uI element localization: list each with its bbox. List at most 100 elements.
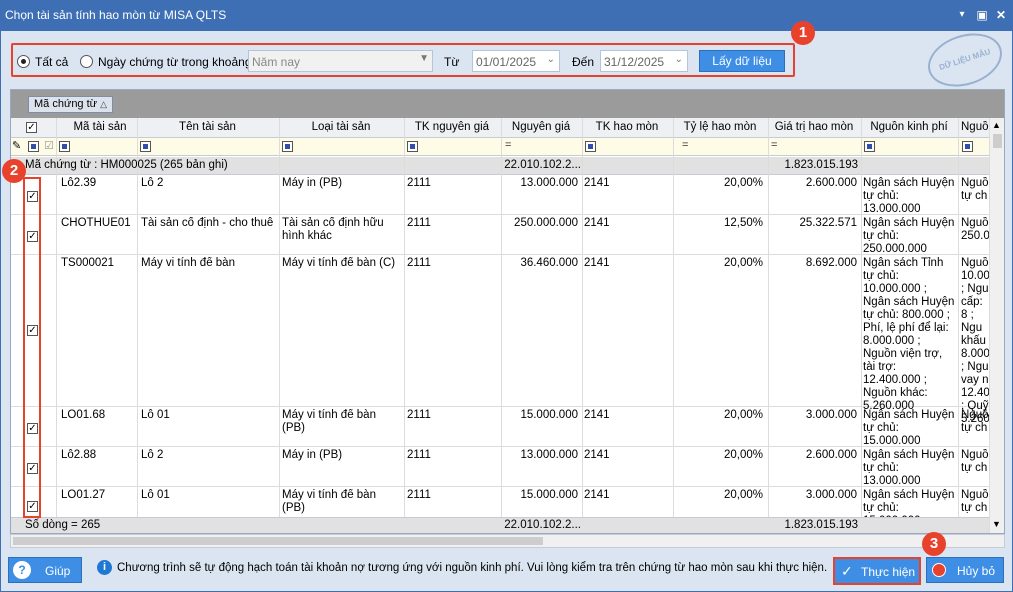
period-select[interactable]: Năm nay ▼ [248,50,433,72]
dropdown-icon[interactable]: ▾ [954,7,970,23]
col-loai-tai-san[interactable]: Loại tài sản [279,121,403,133]
cell-tl: 20,00% [723,409,763,421]
step-badge-2: 2 [2,159,26,183]
filter-icon-loai[interactable] [282,141,293,152]
period-select-value: Năm nay [252,55,301,69]
scroll-thumb[interactable] [993,134,1002,148]
col-gia-tri-hao-mon[interactable]: Giá trị hao mòn [768,121,860,133]
cell-n2: Nguồ tự ch [961,177,989,202]
group-nguyen-gia: 22.010.102.2... [504,159,581,171]
cell-n2: Nguồ tự ch [961,489,989,514]
sort-asc-icon: △ [100,99,108,109]
cell-tkhm: 2141 [584,177,610,189]
group-gia-tri: 1.823.015.193 [784,159,858,171]
radio-date-range-label: Ngày chứng từ trong khoảng [98,55,252,69]
help-label: Giúp [45,564,71,578]
filter-row: ✎ ☑ = = = [11,138,1004,156]
table-row[interactable]: ✓ Lô2.39 Lô 2 Máy in (PB) 2111 13.000.00… [11,175,989,215]
col-ma-tai-san[interactable]: Mã tài sản [58,121,142,133]
cancel-button[interactable]: Hủy bỏ [926,557,1004,583]
step-badge-1: 1 [791,21,815,45]
group-row[interactable]: ▾ Mã chứng từ : HM000025 (265 bản ghi) 2… [11,157,1004,175]
cell-tkhm: 2141 [584,409,610,421]
col-nguyen-gia[interactable]: Nguyên giá [501,121,581,133]
help-icon: ? [13,561,31,579]
filter-check-icon: ☑ [44,140,54,152]
cell-ng: 15.000.000 [520,489,578,501]
info-icon: i [97,560,112,575]
filter-icon-ten[interactable] [140,141,151,152]
maximize-icon[interactable]: ▣ [974,7,990,23]
chevron-down-icon: ⌄ [674,54,683,65]
cell-n2: Nguồ tự ch [961,409,989,434]
column-divider [404,118,405,533]
cell-nkp: Ngân sách Huyện tự chủ: 13.000.000 [863,177,955,215]
column-divider [768,118,769,533]
cell-ten: Lô 01 [141,489,170,501]
cell-ng: 250.000.000 [514,217,578,229]
col-ty-le-hao-mon[interactable]: Tỷ lệ hao mòn [673,121,767,133]
to-date-field[interactable]: 31/12/2025 ⌄ [600,50,688,72]
cell-ten: Lô 2 [141,449,164,461]
table-row[interactable]: ✓ TS000021 Máy vi tính để bàn Máy vi tín… [11,255,989,425]
cell-tkhm: 2141 [584,449,610,461]
vertical-scrollbar[interactable]: ▲ ▼ [989,118,1004,533]
col-nguon-2[interactable]: Nguồ [961,121,989,133]
hscroll-thumb[interactable] [13,537,543,545]
cell-nkp: Ngân sách Huyện tự chủ: 250.000.000 [863,217,955,255]
cell-ma: LO01.27 [61,489,106,501]
filter-eq-ty-le[interactable]: = [682,139,688,151]
table-row[interactable]: ✓ LO01.27 Lô 01 Máy vi tính để bàn (PB) … [11,487,989,517]
radio-all[interactable] [17,55,30,68]
checkbox-highlight [23,177,41,518]
footer-gia-tri: 1.823.015.193 [784,519,858,531]
cell-tl: 20,00% [723,257,763,269]
filter-eq-gia-tri[interactable]: = [771,139,777,151]
cell-gt: 8.692.000 [805,257,857,269]
cell-tkhm: 2141 [584,489,610,501]
filter-icon-nguon2[interactable] [962,141,973,152]
group-chip[interactable]: Mã chứng từ △ [28,96,114,113]
sample-data-stamp: DỮ LIỆU MẪU [921,24,1009,96]
cell-ng: 13.000.000 [520,177,578,189]
scroll-down-icon[interactable]: ▼ [992,519,1001,529]
table-row[interactable]: ✓ Lô2.88 Lô 2 Máy in (PB) 2111 13.000.00… [11,447,989,487]
table-row[interactable]: ✓ LO01.68 Lô 01 Máy vi tính để bàn (PB) … [11,407,989,447]
radio-date-range[interactable] [80,55,93,68]
filter-icon-nkp[interactable] [864,141,875,152]
execute-button[interactable]: ✓ Thực hiện [833,557,921,585]
filter-icon-tk[interactable] [407,141,418,152]
filter-edit-icon[interactable]: ✎ [12,139,21,152]
col-tk-hao-mon[interactable]: TK hao mòn [582,121,672,133]
col-ten-tai-san[interactable]: Tên tài sản [137,121,278,133]
help-button[interactable]: ? Giúp [8,557,82,583]
column-divider [861,118,862,533]
from-date-value: 01/01/2025 [476,55,537,69]
chevron-down-icon: ▼ [419,53,429,64]
cell-ma: LO01.68 [61,409,106,421]
col-nguon-kinh-phi[interactable]: Nguồn kinh phí [861,121,957,133]
cell-ten: Máy vi tính để bàn [141,257,235,269]
cell-tl: 20,00% [723,489,763,501]
column-divider [958,118,959,533]
filter-icon-ma[interactable] [59,141,70,152]
cell-nkp: Ngân sách Huyện tự chủ: 15.000.000 [863,489,955,517]
column-divider [137,118,138,533]
grid-footer: Số dòng = 265 22.010.102.2... 1.823.015.… [11,517,1004,533]
from-date-field[interactable]: 01/01/2025 ⌄ [472,50,560,72]
close-icon[interactable]: ✕ [993,7,1009,23]
cell-tk: 2111 [407,257,431,269]
filter-eq-nguyen-gia[interactable]: = [505,139,511,151]
column-divider [673,118,674,533]
col-tk-nguyen-gia[interactable]: TK nguyên giá [404,121,500,133]
horizontal-scrollbar[interactable] [10,534,1005,548]
cell-nkp: Ngân sách Huyện tự chủ: 15.000.000 [863,409,955,447]
filter-checkbox-icon[interactable] [28,141,39,152]
get-data-button[interactable]: Lấy dữ liệu [699,50,785,72]
table-row[interactable]: ✓ CHOTHUE01 Tài sản cố định - cho thuê T… [11,215,989,255]
scroll-up-icon[interactable]: ▲ [992,120,1001,130]
cell-gt: 3.000.000 [805,489,857,501]
select-all-checkbox[interactable]: ✓ [26,122,37,133]
cell-tk: 2111 [407,177,431,189]
filter-icon-tkhm[interactable] [585,141,596,152]
